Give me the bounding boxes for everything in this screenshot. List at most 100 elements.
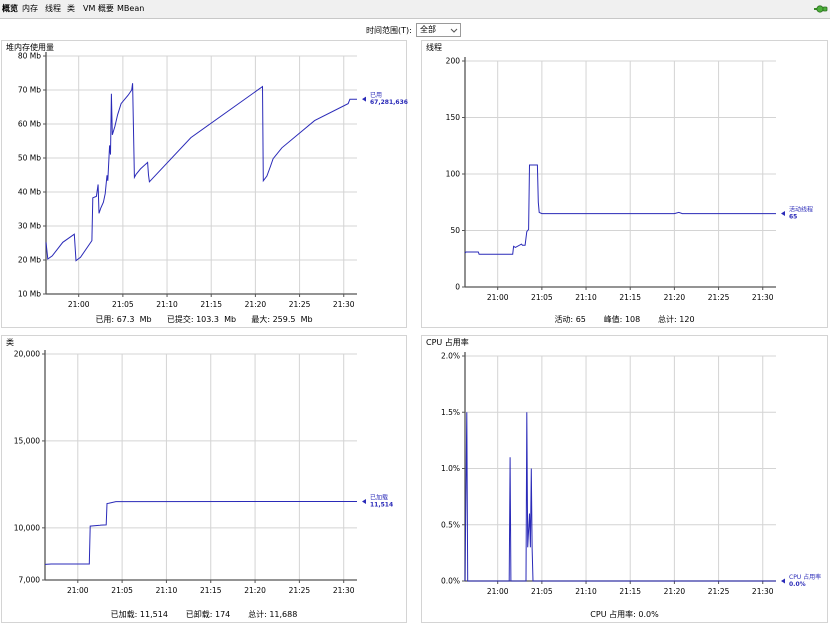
series-line [464,412,776,582]
total-value: 11,688 [269,610,298,619]
cpu-usage-value: 0.0% [638,610,659,619]
x-tick-label: 21:00 [487,587,509,596]
y-tick-label: 30 Mb [18,222,41,231]
y-tick-label: 200 [446,57,461,66]
y-tick-label: 50 [450,226,460,235]
cpu-usage-chart: 0.0% 0.5% 1.0% 1.5% 2.0% 21:00 21:05 21:10 21:15… [441,352,821,597]
legend-value: 67,281,636 [370,99,408,106]
tab-overview[interactable]: 概览 [2,4,18,14]
time-range-value: 全部 [420,25,436,34]
y-tick-label: 2.0% [441,352,460,361]
y-tick-label: 40 Mb [18,188,41,197]
total-label: 总计: [248,610,267,619]
y-tick-label: 1.5% [441,408,460,417]
triangle-left-icon [781,578,785,584]
series-line [44,501,358,565]
classes-chart: 7,000 10,000 15,000 20,000 21:00 21:05 21:10 21… [14,350,393,596]
cpu-usage-stats: CPU 占用率: 0.0% [422,610,827,620]
x-tick-label: 21:25 [289,300,311,309]
y-tick-label: 1.0% [441,464,460,473]
legend-label: 已加载 [370,494,388,502]
y-tick-label: 20,000 [14,350,40,359]
cpu-usage-panel: CPU 占用率 0.0% 0.5% 1.0% 1.5% 2.0% 21:00 21:05 21… [421,335,828,623]
loaded-label: 已加载: [110,610,138,619]
y-tick-label: 150 [446,113,461,122]
connection-plug-icon[interactable] [814,3,828,15]
legend-label: 已用 [370,92,382,99]
y-tick-label: 70 Mb [18,86,41,95]
y-tick-label: 0.5% [441,520,460,529]
x-tick-label: 21:25 [708,587,730,596]
x-tick-label: 21:15 [619,587,641,596]
y-tick-label: 0 [455,283,460,292]
legend-label: 活动线程 [789,206,813,214]
y-tick-label: 15,000 [14,436,40,445]
x-tick-label: 21:10 [575,587,597,596]
loaded-value: 11,514 [139,610,168,619]
x-tick-label: 21:30 [752,293,774,302]
y-tick-label: 20 Mb [18,256,41,265]
x-tick-label: 21:10 [575,293,597,302]
tab-memory[interactable]: 内存 [22,4,38,14]
total-label: 总计: [658,315,677,324]
x-tick-label: 21:30 [333,300,355,309]
time-range-label: 时间范围(T): [366,26,412,35]
total-value: 120 [679,315,695,324]
triangle-left-icon [362,499,366,505]
x-tick-label: 21:00 [487,293,509,302]
max-value: 259.5 Mb [272,315,313,324]
chevron-down-icon [450,28,458,33]
tab-threads[interactable]: 线程 [45,4,61,14]
x-tick-label: 21:00 [67,586,89,595]
peak-value: 108 [624,315,641,324]
legend-label: CPU 占用率 [789,573,821,581]
classes-stats: 已加载: 11,514 已卸载: 174 总计: 11,688 [2,610,406,620]
used-label: 已用: [95,315,115,324]
series-line [45,83,357,262]
x-tick-label: 21:20 [244,586,266,595]
y-tick-label: 50 Mb [18,154,41,163]
legend-value: 11,514 [370,502,393,509]
x-tick-label: 21:05 [112,300,134,309]
x-tick-label: 21:30 [752,587,774,596]
triangle-left-icon [781,211,785,217]
x-tick-label: 21:10 [156,300,178,309]
x-tick-label: 21:15 [200,586,222,595]
unloaded-value: 174 [214,610,231,619]
tab-mbean[interactable]: MBean [117,4,144,14]
y-tick-label: 100 [446,170,461,179]
y-tick-label: 7,000 [19,576,41,585]
x-tick-label: 21:20 [664,587,686,596]
tab-vm-summary[interactable]: VM 概要 [83,4,114,14]
used-value: 67.3 Mb [116,315,152,324]
max-label: 最大: [251,315,271,324]
live-value: 65 [575,315,586,324]
heap-memory-panel: 堆内存使用量 10 Mb 20 Mb 30 Mb 40 Mb 50 Mb 60 Mb 70 … [1,40,408,328]
x-tick-label: 21:15 [619,293,641,302]
tab-classes[interactable]: 类 [67,4,75,14]
series-line [464,164,776,255]
y-tick-label: 0.0% [441,577,460,586]
triangle-left-icon [362,96,366,102]
tab-bar: 概览 内存 线程 类 VM 概要 MBean [0,0,830,19]
unloaded-label: 已卸载: [185,610,213,619]
y-tick-label: 10,000 [14,523,40,532]
cpu-usage-label: CPU 占用率: [590,610,636,619]
x-tick-label: 21:30 [333,586,355,595]
x-tick-label: 21:05 [531,293,553,302]
legend-value: 0.0% [789,581,806,588]
threads-panel: 线程 0 50 100 150 200 21:00 21:05 21:10 21:15 21:20… [421,40,828,328]
threads-chart: 0 50 100 150 200 21:00 21:05 21:10 21:15 21:20 21:… [446,57,813,303]
live-label: 活动: [554,315,574,324]
time-range-select[interactable]: 全部 [416,23,461,37]
y-tick-label: 60 Mb [18,120,41,129]
y-tick-label: 80 Mb [18,52,41,61]
peak-label: 峰值: [603,315,623,324]
committed-value: 103.3 Mb [196,315,237,324]
x-tick-label: 21:05 [111,586,133,595]
x-tick-label: 21:00 [68,300,90,309]
heap-memory-chart: 10 Mb 20 Mb 30 Mb 40 Mb 50 Mb 60 Mb 70 Mb 80 Mb… [18,52,408,310]
committed-label: 已提交: [166,315,194,324]
y-tick-label: 10 Mb [18,290,41,299]
classes-panel: 类 7,000 10,000 15,000 20,000 21:00 21:05 21:10… [1,335,407,623]
